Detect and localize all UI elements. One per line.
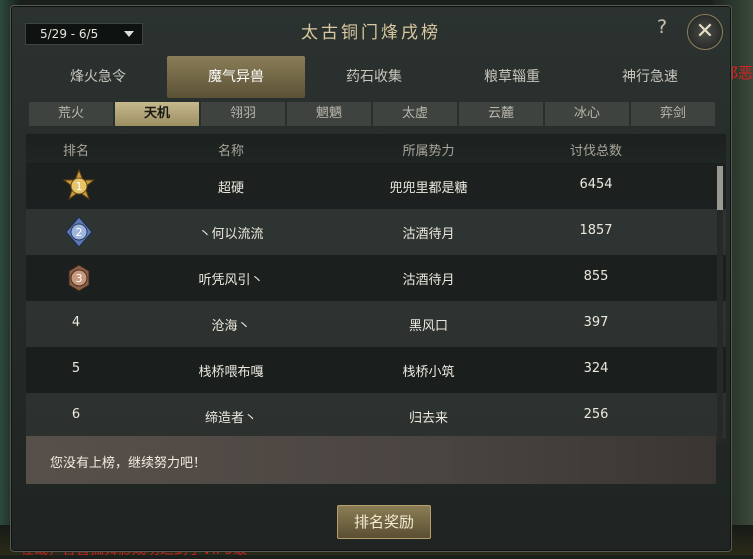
player-name: 超硬	[217, 181, 244, 196]
subtab-taixu[interactable]: 太虚	[373, 102, 457, 126]
bronze-medal-icon: 3	[68, 264, 90, 292]
kill-count: 256	[583, 407, 609, 422]
table-body: 1 超硬 兜兜里都是糖 6454 2 丶何以流流 沽酒待月 1857 3 听凭风…	[26, 163, 726, 439]
header-score: 讨伐总数	[569, 144, 622, 159]
scrollbar-thumb[interactable]	[717, 166, 723, 210]
table-row[interactable]: 6 缔造者丶 归去来 256	[26, 393, 726, 439]
tab-moqi[interactable]: 魔气异兽	[167, 56, 305, 98]
header-guild: 所属势力	[402, 144, 455, 159]
not-ranked-message: 您没有上榜，继续努力吧！	[50, 456, 207, 471]
medal-rank-3: 3	[76, 272, 83, 285]
sub-tabs: 荒火 天机 翎羽 魍魉 太虚 云麓 冰心 弈剑	[29, 102, 719, 126]
leaderboard-panel: 5/29 - 6/5 太古铜门烽戌榜 ? ✕ 烽火急令 魔气异兽 药石收集 粮草…	[10, 5, 732, 552]
tab-shenxing[interactable]: 神行急速	[581, 56, 719, 98]
guild-name: 栈桥小筑	[402, 365, 455, 380]
guild-name: 兜兜里都是糖	[389, 181, 468, 196]
player-name: 沧海丶	[211, 319, 251, 334]
ranking-table: 排名 名称 所属势力 讨伐总数 1 超硬 兜兜里都是糖 6454 2 丶何以流流…	[26, 134, 726, 439]
subtab-wangliang[interactable]: 魍魉	[287, 102, 371, 126]
kill-count: 1857	[579, 223, 613, 238]
gold-medal-icon: 1	[62, 169, 96, 201]
rank-number: 4	[71, 315, 81, 330]
silver-medal-icon: 2	[65, 216, 93, 248]
guild-name: 归去来	[408, 411, 448, 426]
guild-name: 沽酒待月	[402, 273, 455, 288]
subtab-huanghuo[interactable]: 荒火	[29, 102, 113, 126]
player-name: 听凭风引丶	[198, 273, 264, 288]
my-rank-bar: 您没有上榜，继续努力吧！	[26, 436, 716, 484]
window-title: 太古铜门烽戌榜	[301, 23, 441, 43]
header-name: 名称	[217, 144, 244, 159]
tab-liangcao[interactable]: 粮草辎重	[443, 56, 581, 98]
subtab-tianji[interactable]: 天机	[115, 102, 199, 126]
table-row[interactable]: 5 栈桥喂布嘎 栈桥小筑 324	[26, 347, 726, 393]
kill-count: 324	[583, 361, 609, 376]
rank-number: 6	[71, 407, 81, 422]
close-icon[interactable]: ✕	[687, 14, 723, 50]
player-name: 栈桥喂布嘎	[198, 365, 264, 380]
player-name: 缔造者丶	[204, 411, 257, 426]
rank-number: 5	[71, 361, 81, 376]
subtab-yunlu[interactable]: 云麓	[459, 102, 543, 126]
table-row[interactable]: 1 超硬 兜兜里都是糖 6454	[26, 163, 726, 209]
header-rank: 排名	[62, 144, 89, 159]
subtab-lingyu[interactable]: 翎羽	[201, 102, 285, 126]
help-icon[interactable]: ?	[657, 16, 667, 38]
guild-name: 沽酒待月	[402, 227, 455, 242]
medal-rank-2: 2	[76, 226, 83, 239]
table-row[interactable]: 3 听凭风引丶 沽酒待月 855	[26, 255, 726, 301]
guild-name: 黑风口	[408, 319, 448, 334]
kill-count: 6454	[579, 177, 613, 192]
medal-rank-1: 1	[76, 180, 83, 193]
kill-count: 397	[583, 315, 609, 330]
rank-reward-button[interactable]: 排名奖励	[337, 505, 431, 539]
main-tabs: 烽火急令 魔气异兽 药石收集 粮草辎重 神行急速	[29, 56, 719, 98]
tab-yaoshi[interactable]: 药石收集	[305, 56, 443, 98]
table-row[interactable]: 2 丶何以流流 沽酒待月 1857	[26, 209, 726, 255]
table-header: 排名 名称 所属势力 讨伐总数	[26, 134, 726, 163]
subtab-bingxin[interactable]: 冰心	[545, 102, 629, 126]
subtab-yijian[interactable]: 弈剑	[631, 102, 715, 126]
player-name: 丶何以流流	[198, 227, 264, 242]
kill-count: 855	[583, 269, 609, 284]
titlebar: 5/29 - 6/5 太古铜门烽戌榜 ? ✕	[11, 6, 731, 50]
table-row[interactable]: 4 沧海丶 黑风口 397	[26, 301, 726, 347]
tab-fenghuo[interactable]: 烽火急令	[29, 56, 167, 98]
